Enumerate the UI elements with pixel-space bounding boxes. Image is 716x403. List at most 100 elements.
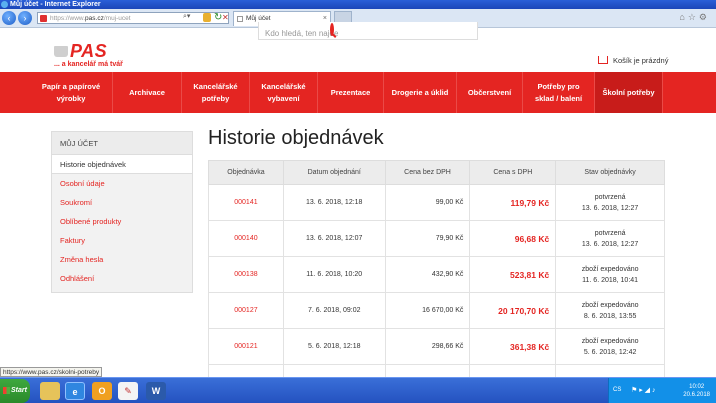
- windows-logo-icon: [3, 387, 10, 394]
- order-state-label: potvrzená: [594, 193, 626, 201]
- table-row: 000140 13. 6. 2018, 12:07 79,90 Kč 96,68 Kč…: [208, 220, 665, 257]
- clock[interactable]: 10:02 20.6.2018: [683, 383, 710, 399]
- nav-item-obcerstveni[interactable]: Občerstvení: [457, 72, 523, 113]
- window-title-bar: Můj účet - Internet Explorer: [0, 0, 716, 9]
- order-state-label: zboží expedováno: [581, 301, 639, 309]
- taskbar: Start e O ✎ W CS ⚑ ▸ ◢ ♪ 10:02 20.6.2018: [0, 377, 716, 403]
- back-button[interactable]: ‹: [2, 11, 16, 25]
- order-date: 13. 6. 2018, 12:07: [282, 220, 386, 257]
- nav-item-kancelarske-potreby[interactable]: Kancelářské potřeby: [182, 72, 250, 113]
- tray-icons[interactable]: ⚑ ▸ ◢ ♪: [631, 386, 656, 394]
- home-icon[interactable]: ⌂: [679, 12, 687, 22]
- outlook-icon[interactable]: O: [92, 382, 112, 400]
- address-bar[interactable]: https://www.pas.cz/muj-ucet: [37, 12, 229, 24]
- tab-favicon: [237, 16, 243, 22]
- forward-button[interactable]: ›: [18, 11, 32, 25]
- nav-item-archivace[interactable]: Archivace: [113, 72, 182, 113]
- status-bar-url: https://www.pas.cz/skolni-potreby: [0, 367, 103, 377]
- order-price-net: 16 670,00 Kč: [384, 292, 471, 329]
- order-price-net: 432,90 Kč: [384, 256, 471, 293]
- nav-item-sklad[interactable]: Potřeby pro sklad / balení: [523, 72, 595, 113]
- cart-icon: [598, 56, 608, 64]
- nav-item-skolni-potreby[interactable]: Školní potřeby: [595, 72, 663, 113]
- logo-slogan: ... a kancelář má tvář: [54, 61, 123, 68]
- nav-item-papir[interactable]: Papír a papírové výrobky: [0, 72, 113, 113]
- order-price-gross: 119,79 Kč: [469, 184, 557, 221]
- column-header: Cena bez DPH: [384, 160, 471, 185]
- order-id-link[interactable]: 000127: [208, 292, 284, 329]
- start-button[interactable]: Start: [0, 379, 30, 403]
- search-icon[interactable]: [330, 23, 335, 36]
- paint-icon[interactable]: ✎: [118, 382, 138, 400]
- site-favicon: [40, 15, 47, 22]
- order-price-net: 99,00 Kč: [384, 184, 471, 221]
- order-state: zboží expedováno 5. 6. 2018, 12:42: [555, 328, 665, 365]
- order-price-net: 79,90 Kč: [384, 220, 471, 257]
- order-date: 11. 6. 2018, 10:20: [282, 256, 386, 293]
- search-input[interactable]: Kdo hledá, ten najde: [258, 22, 478, 40]
- order-state: zboží expedováno 11. 6. 2018, 10:41: [555, 256, 665, 293]
- sidebar-item-odhlaseni[interactable]: Odhlášení: [52, 269, 192, 288]
- order-date: 7. 6. 2018, 09:02: [282, 292, 386, 329]
- order-state-date: 13. 6. 2018, 12:27: [581, 240, 639, 248]
- ie-icon: [1, 1, 8, 8]
- nav-item-kancelarske-vybaveni[interactable]: Kancelářské vybavení: [250, 72, 318, 113]
- nav-item-prezentace[interactable]: Prezentace: [318, 72, 384, 113]
- order-state-date: 11. 6. 2018, 10:41: [582, 276, 639, 284]
- account-sidebar: MŮJ ÚČET Historie objednávek Osobní údaj…: [51, 131, 193, 293]
- order-state-date: 5. 6. 2018, 12:42: [583, 348, 637, 356]
- settings-gear-icon[interactable]: ⚙: [699, 12, 710, 22]
- order-state-date: 8. 6. 2018, 13:55: [583, 312, 637, 320]
- table-row: 000138 11. 6. 2018, 10:20 432,90 Kč 523,81 …: [208, 256, 665, 293]
- order-id-link[interactable]: 000121: [208, 328, 284, 365]
- sidebar-item-zmena-hesla[interactable]: Změna hesla: [52, 250, 192, 269]
- system-tray: CS ⚑ ▸ ◢ ♪ 10:02 20.6.2018: [608, 378, 716, 403]
- column-header: Objednávka: [208, 160, 284, 185]
- column-header: Datum objednání: [282, 160, 386, 185]
- nav-filler: [663, 72, 716, 113]
- sidebar-item-faktury[interactable]: Faktury: [52, 231, 192, 250]
- favorites-icon[interactable]: ☆: [688, 12, 699, 22]
- order-date: 13. 6. 2018, 12:18: [282, 184, 386, 221]
- internet-explorer-icon[interactable]: e: [65, 382, 85, 400]
- sidebar-item-osobni-udaje[interactable]: Osobní údaje: [52, 174, 192, 193]
- order-id-link[interactable]: 000138: [208, 256, 284, 293]
- language-indicator[interactable]: CS: [613, 387, 621, 393]
- order-price-gross: 523,81 Kč: [469, 256, 557, 293]
- word-icon[interactable]: W: [146, 382, 166, 400]
- main-navigation: Papír a papírové výrobky Archivace Kancel…: [0, 72, 716, 113]
- window-title: Můj účet - Internet Explorer: [10, 1, 101, 8]
- logo-mark-icon: [54, 46, 68, 57]
- order-date: 5. 6. 2018, 12:18: [282, 328, 386, 365]
- browser-tool-icons: ⌂☆⚙: [679, 12, 710, 23]
- explorer-folder-icon[interactable]: [40, 382, 60, 400]
- table-row: 000121 5. 6. 2018, 12:18 298,66 Kč 361,38 K…: [208, 328, 665, 365]
- order-price-gross: 20 170,70 Kč: [469, 292, 557, 329]
- sidebar-item-historie[interactable]: Historie objednávek: [52, 155, 192, 174]
- orders-table: Objednávka Datum objednání Cena bez DPH …: [208, 160, 665, 401]
- nav-item-drogerie[interactable]: Drogerie a úklid: [384, 72, 457, 113]
- order-id-link[interactable]: 000141: [208, 184, 284, 221]
- lock-icon[interactable]: [203, 13, 211, 22]
- column-header: Stav objednávky: [555, 160, 665, 185]
- table-row: 000141 13. 6. 2018, 12:18 99,00 Kč 119,79 K…: [208, 184, 665, 221]
- site-header: PAS ... a kancelář má tvář Kdo hledá, te…: [0, 22, 716, 72]
- order-state-date: 13. 6. 2018, 12:27: [581, 204, 639, 212]
- table-row: 000127 7. 6. 2018, 09:02 16 670,00 Kč 20 17…: [208, 292, 665, 329]
- cart-label: Košík je prázdný: [613, 56, 669, 65]
- column-header: Cena s DPH: [469, 160, 557, 185]
- order-state-label: zboží expedováno: [581, 337, 639, 345]
- sidebar-item-soukromi[interactable]: Soukromí: [52, 193, 192, 212]
- order-price-gross: 96,68 Kč: [469, 220, 557, 257]
- search-dropdown-icon[interactable]: ⌕▾: [183, 12, 190, 21]
- sidebar-title: MŮJ ÚČET: [52, 132, 192, 155]
- order-state: zboží expedováno 8. 6. 2018, 13:55: [555, 292, 665, 329]
- order-state: potvrzená 13. 6. 2018, 12:27: [555, 184, 665, 221]
- order-state-label: zboží expedováno: [581, 265, 639, 273]
- order-id-link[interactable]: 000140: [208, 220, 284, 257]
- stop-icon[interactable]: ✕: [222, 12, 229, 24]
- table-header-row: Objednávka Datum objednání Cena bez DPH …: [208, 160, 665, 185]
- order-state: potvrzená 13. 6. 2018, 12:27: [555, 220, 665, 257]
- order-state-label: potvrzená: [594, 229, 626, 237]
- sidebar-item-oblibene[interactable]: Oblíbené produkty: [52, 212, 192, 231]
